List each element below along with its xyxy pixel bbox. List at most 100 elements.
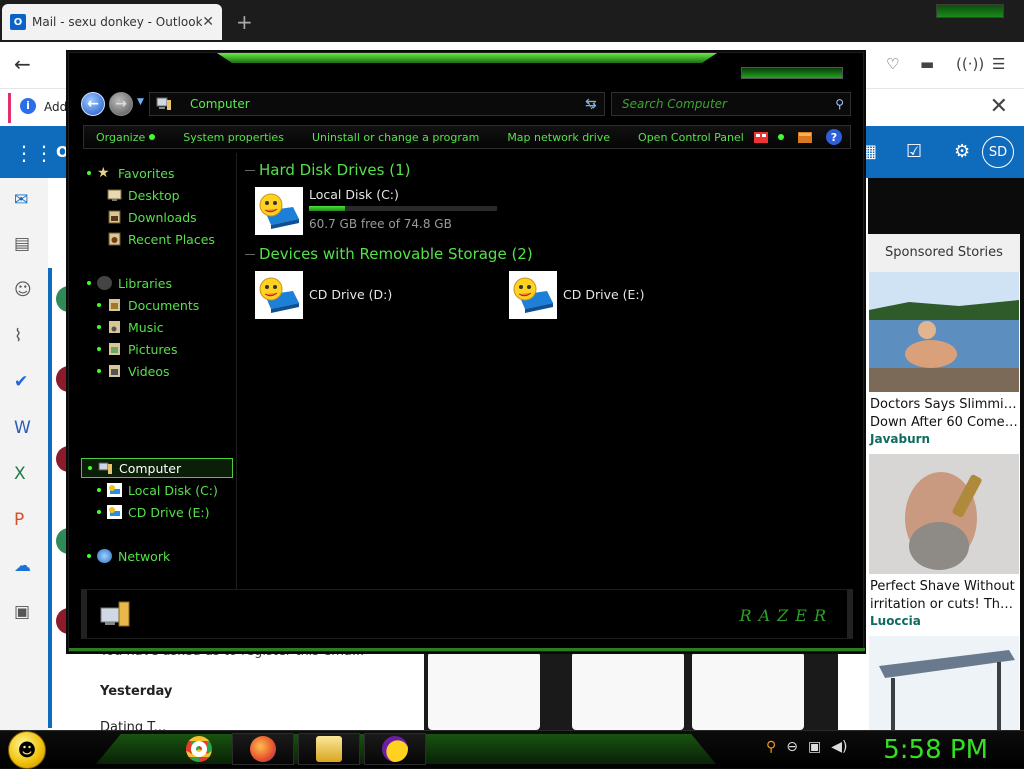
- powerpoint-icon[interactable]: P: [14, 510, 24, 530]
- recent-places-icon: [108, 232, 121, 246]
- preview-pane-icon[interactable]: [798, 131, 812, 143]
- browser-tab-outlook[interactable]: O Mail - sexu donkey - Outlook ✕: [2, 4, 222, 40]
- nav-local-disk[interactable]: Local Disk (C:): [97, 480, 218, 500]
- selection-stripe: [48, 268, 52, 728]
- new-tab-button[interactable]: +: [236, 10, 253, 34]
- videos-icon: [109, 365, 120, 377]
- change-view-icon[interactable]: [754, 131, 768, 143]
- address-text: Computer: [190, 97, 250, 111]
- nav-cd-drive[interactable]: CD Drive (E:): [97, 502, 210, 522]
- local-disk-icon: [107, 483, 122, 497]
- attachment-icon[interactable]: ⌇: [14, 326, 22, 346]
- network-globe-icon: [97, 549, 112, 563]
- more-apps-icon[interactable]: ▣: [14, 602, 30, 622]
- computer-icon: [156, 97, 171, 110]
- taskbar-yahoo[interactable]: [364, 733, 426, 765]
- computer-icon: [98, 462, 112, 474]
- nav-documents[interactable]: Documents: [97, 295, 199, 315]
- expand-dot-icon: [97, 325, 101, 329]
- group-divider: [245, 253, 255, 255]
- taskbar-clock[interactable]: 5:58 PM: [883, 735, 988, 765]
- menu-icon[interactable]: ☰: [992, 55, 1005, 73]
- window-bottom-glow: [69, 648, 865, 651]
- story-card[interactable]: Doctors Says Slimming Down After 60 Come…: [868, 272, 1020, 454]
- taskbar-firefox[interactable]: [232, 733, 294, 765]
- razer-logo: RAZER: [739, 606, 833, 625]
- podcast-icon[interactable]: ((·)): [956, 55, 984, 73]
- story-card[interactable]: Perfect Shave Without irritation or cuts…: [868, 454, 1020, 636]
- taskbar: ☻ ⚲ ⊖ ▣ ◀) 5:58 PM: [0, 730, 1024, 769]
- minus-circle-icon[interactable]: ⊖: [786, 739, 798, 755]
- app-launcher-icon[interactable]: ⋮⋮: [14, 141, 54, 165]
- nav-music[interactable]: Music: [97, 317, 164, 337]
- info-bar-close-icon[interactable]: ✕: [990, 94, 1008, 119]
- nav-downloads[interactable]: Downloads: [107, 207, 197, 227]
- extension-flag-icon[interactable]: ▬: [920, 55, 934, 73]
- drive-cd-d[interactable]: CD Drive (D:): [255, 271, 392, 319]
- promo-screenshot: [572, 652, 684, 730]
- group-header-hdd[interactable]: Hard Disk Drives (1): [245, 161, 410, 179]
- volume-icon[interactable]: ◀): [831, 739, 847, 755]
- search-icon[interactable]: ⚲: [835, 97, 844, 111]
- group-header-removable[interactable]: Devices with Removable Storage (2): [245, 245, 533, 263]
- nav-network[interactable]: Network: [87, 546, 170, 566]
- word-icon[interactable]: W: [14, 418, 31, 438]
- story-title-cont: Down After 60 Comes...: [870, 415, 1020, 430]
- info-bar-text: Add: [44, 100, 68, 114]
- view-dropdown-dot-icon[interactable]: [778, 134, 784, 140]
- nav-desktop[interactable]: Desktop: [107, 185, 180, 205]
- expand-dot-icon: [87, 554, 91, 558]
- start-button[interactable]: ☻: [8, 731, 46, 769]
- drive-cd-e[interactable]: CD Drive (E:): [509, 271, 645, 319]
- music-icon: [109, 321, 120, 333]
- user-avatar[interactable]: SD: [982, 136, 1014, 168]
- back-arrow-icon[interactable]: ←: [14, 52, 31, 76]
- search-box[interactable]: Search Computer ⚲: [611, 92, 851, 116]
- outlook-brand: O: [56, 143, 69, 161]
- nav-favorites[interactable]: ★ Favorites: [87, 163, 174, 183]
- organize-button[interactable]: Organize: [96, 131, 156, 144]
- people-icon[interactable]: ☺: [14, 280, 32, 300]
- open-control-panel-button[interactable]: Open Control Panel: [638, 131, 744, 144]
- nav-libraries[interactable]: Libraries: [87, 273, 172, 293]
- nav-recent-places[interactable]: Recent Places: [107, 229, 215, 249]
- explorer-window-controls[interactable]: [741, 67, 843, 79]
- pocket-icon[interactable]: ♡: [886, 55, 899, 73]
- nav-pictures[interactable]: Pictures: [97, 339, 178, 359]
- help-button[interactable]: ?: [826, 129, 842, 145]
- todo-check-icon[interactable]: ✔: [14, 372, 28, 392]
- promo-screenshot: [428, 652, 540, 730]
- command-bar: Organize System properties Uninstall or …: [83, 125, 851, 149]
- forward-button[interactable]: →: [109, 92, 133, 116]
- uninstall-program-button[interactable]: Uninstall or change a program: [312, 131, 479, 144]
- window-controls[interactable]: [936, 4, 1004, 18]
- calendar-icon[interactable]: ▤: [14, 234, 30, 254]
- address-bar[interactable]: Computer ▽: [149, 92, 605, 116]
- taskbar-chrome[interactable]: [168, 733, 230, 765]
- drive-local-disk-c[interactable]: Local Disk (C:) 60.7 GB free of 74.8 GB: [255, 187, 497, 235]
- browser-tab-bar: O Mail - sexu donkey - Outlook ✕ +: [0, 0, 1024, 42]
- tab-close-icon[interactable]: ✕: [202, 14, 214, 30]
- nav-videos[interactable]: Videos: [97, 361, 170, 381]
- explorer-window[interactable]: ← → ▼ Computer ▽ ⇆ Search Computer ⚲ Org…: [68, 52, 865, 652]
- settings-gear-icon[interactable]: ⚙: [954, 141, 970, 162]
- tasks-icon[interactable]: ☑: [906, 141, 922, 162]
- network-tray-icon[interactable]: ▣: [808, 739, 821, 755]
- expand-dot-icon: [97, 369, 101, 373]
- refresh-icon[interactable]: ⇆: [585, 96, 597, 112]
- system-properties-button[interactable]: System properties: [183, 131, 284, 144]
- history-dropdown-icon[interactable]: ▼: [137, 97, 144, 107]
- info-icon: i: [20, 98, 36, 114]
- search-input[interactable]: Search Computer: [622, 97, 835, 111]
- mail-icon[interactable]: ✉: [14, 190, 28, 210]
- back-button[interactable]: ←: [81, 92, 105, 116]
- excel-icon[interactable]: X: [14, 464, 26, 484]
- onedrive-icon[interactable]: ☁: [14, 556, 31, 576]
- taskbar-explorer[interactable]: [298, 733, 360, 765]
- search-tray-icon[interactable]: ⚲: [766, 739, 776, 755]
- star-icon: ★: [97, 165, 110, 181]
- nav-computer[interactable]: Computer: [81, 458, 233, 478]
- promo-screenshots: [424, 648, 838, 730]
- story-source: Javaburn: [870, 432, 931, 446]
- map-network-drive-button[interactable]: Map network drive: [507, 131, 610, 144]
